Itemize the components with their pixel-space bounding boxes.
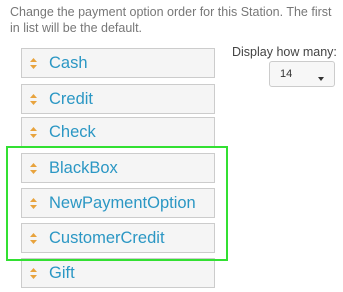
instructions-text: Change the payment option order for this… (10, 5, 332, 35)
payment-option-credit[interactable]: Credit (21, 84, 215, 114)
sort-arrows-icon[interactable] (29, 57, 37, 69)
display-count-value: 14 (280, 68, 293, 80)
payment-option-label: Check (49, 122, 96, 141)
payment-option-label: Credit (49, 89, 94, 108)
sort-arrows-icon[interactable] (29, 267, 37, 279)
display-count-label: Display how many: (232, 45, 337, 59)
payment-option-customercredit[interactable]: CustomerCredit (21, 223, 215, 253)
payment-option-gift[interactable]: Gift (21, 258, 215, 288)
payment-option-label: NewPaymentOption (49, 193, 196, 212)
display-count-select[interactable]: 14 (269, 61, 335, 87)
payment-option-cash[interactable]: Cash (21, 48, 215, 78)
sort-arrows-icon[interactable] (29, 126, 37, 138)
sort-arrows-icon[interactable] (29, 197, 37, 209)
caret-down-icon (316, 70, 326, 81)
payment-option-label: CustomerCredit (49, 228, 165, 247)
payment-option-blackbox[interactable]: BlackBox (21, 153, 215, 183)
payment-option-label: BlackBox (49, 158, 118, 177)
payment-option-label: Cash (49, 53, 88, 72)
payment-option-newpaymentoption[interactable]: NewPaymentOption (21, 188, 215, 218)
sort-arrows-icon[interactable] (29, 162, 37, 174)
sort-arrows-icon[interactable] (29, 93, 37, 105)
sort-arrows-icon[interactable] (29, 232, 37, 244)
payment-option-check[interactable]: Check (21, 117, 215, 147)
payment-option-label: Gift (49, 263, 75, 282)
